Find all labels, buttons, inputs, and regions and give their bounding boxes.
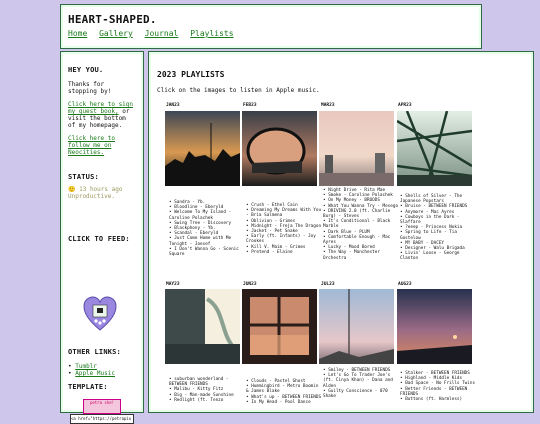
month-label: APR23 (398, 103, 412, 108)
playlist-tracks-apr: Shells of Silver - The Japanese Popstars… (400, 194, 476, 262)
track-item: I Don't Wanna Go - Scenic Square (169, 247, 245, 257)
page-title: 2023 PLAYLISTS (157, 70, 225, 79)
template-heading: TEMPLATE: (68, 383, 108, 391)
track-item: Comfortable Enough - Mac Ayres (323, 235, 399, 245)
playlist-tracks-aug: Stalker - BETWEEN FRIENDSHighland - Midd… (400, 371, 476, 402)
playlist-tracks-feb: Crush - Ethel CainDreaming My Dreams Wit… (246, 203, 322, 255)
main-content: 2023 PLAYLISTS Click on the images to li… (148, 51, 534, 413)
month-label: MAR23 (321, 103, 335, 108)
main-nav: Home Gallery Journal Playlists (68, 29, 241, 38)
track-item: Redlight (ft. Tenzo (169, 398, 245, 403)
track-item: It's Conditional - Black Marble (323, 219, 399, 229)
site-title: HEART-SHAPED. (68, 13, 157, 26)
playlist-cover-may[interactable] (165, 289, 240, 364)
hey-heading: HEY YOU. (68, 66, 104, 74)
track-item: DRIVING 2.0 (ft. Charlie Burg) - Steves (323, 209, 399, 219)
track-item: Let's Go To Trader Joe's (ft. Cinya Khan… (323, 373, 399, 389)
track-item: The Way - Manchester Orchestra (323, 250, 399, 260)
apple-music-link[interactable]: Apple Music (75, 370, 115, 377)
track-item: Welcome To My Island - Caroline Polachek (169, 210, 245, 220)
nav-gallery-link[interactable]: Gallery (99, 29, 133, 38)
nav-playlists-link[interactable]: Playlists (190, 29, 233, 38)
intro-text: Click on the images to listen in Apple m… (157, 87, 320, 94)
track-item: Early (ft. Infants) - Joy Crookes (246, 234, 322, 244)
track-item: Bad Space - No Frills Twins (400, 381, 476, 386)
playlist-cover-jun[interactable] (242, 289, 317, 364)
other-links-heading: OTHER LINKS: (68, 348, 121, 356)
tamagotchi-heart-icon[interactable] (83, 296, 117, 332)
playlist-cover-feb[interactable] (242, 111, 317, 186)
track-item: Hummingbird - Metro Boomin & James Blake (246, 384, 322, 394)
month-label: JUN23 (243, 282, 257, 287)
track-item: Dreaming My Dreams With You - Bria Salme… (246, 208, 322, 218)
template-button-badge[interactable]: petra she! (83, 399, 121, 414)
track-item: In My Head - Pool Dance (246, 400, 322, 405)
track-item: Better Friends - BETWEEN FRIENDS (400, 387, 476, 397)
track-item: Shells of Silver - The Japanese Popstars (400, 194, 476, 204)
track-item: Spring to Life - Tia Gostelow (400, 230, 476, 240)
month-label: JAN23 (166, 103, 180, 108)
playlist-cover-mar[interactable] (319, 111, 394, 186)
sidebar: HEY YOU. Thanks for stopping by! Click h… (60, 51, 144, 424)
playlist-tracks-may: suburban wonderland - BETWEEN FRIENDSMal… (169, 377, 245, 403)
status-emoji-icon: 🙂 (68, 186, 76, 193)
neocities-follow-link[interactable]: Click here to follow me on Neocities. (68, 135, 115, 156)
track-item: Bruise - BETWEEN FRIENDS (400, 204, 476, 209)
status-text: Unproductive. (68, 193, 115, 200)
track-item: Pretend - Elaine (246, 250, 322, 255)
feed-heading: CLICK TO FEED: (68, 235, 130, 243)
track-item: Guilty Conscience - 070 Shake (323, 389, 399, 399)
track-item: suburban wonderland - BETWEEN FRIENDS (169, 377, 245, 387)
embed-code-box[interactable]: <a href="https://petrapix (70, 414, 134, 424)
playlist-tracks-mar: Night Drive - Rita MaeSmoke - Caroline P… (323, 188, 399, 261)
playlist-tracks-jul: Smiley - BETWEEN FRIENDSLet's Go To Trad… (323, 368, 399, 399)
playlist-cover-aug[interactable] (397, 289, 472, 364)
track-item: Just Come Home with Me Tonight - Joesef (169, 236, 245, 246)
thanks-text: Thanks for stopping by! (68, 81, 112, 95)
nav-journal-link[interactable]: Journal (145, 29, 179, 38)
status-heading: STATUS: (68, 173, 99, 181)
month-label: FEB23 (243, 103, 257, 108)
playlist-tracks-jan: Sandra - Yb.Bloodline - EberyldWelcome T… (169, 200, 245, 257)
playlist-tracks-jun: Clouds - Pastel GhostHummingbird - Metro… (246, 379, 322, 405)
month-label: AUG23 (398, 282, 412, 287)
month-label: JUL23 (321, 282, 335, 287)
site-header: HEART-SHAPED. Home Gallery Journal Playl… (60, 4, 482, 49)
playlist-cover-jan[interactable] (165, 111, 240, 186)
month-label: MAY23 (166, 282, 180, 287)
track-item: Livin' Loose - George Clanton (400, 251, 476, 261)
track-item: Buttons (ft. Harmless) (400, 397, 476, 402)
track-item: Cowboys in the Dark - Slaffare (400, 215, 476, 225)
status-time: 13 hours ago (79, 186, 123, 193)
tumblr-link[interactable]: Tumblr (75, 363, 97, 370)
playlist-cover-apr[interactable] (397, 111, 472, 186)
nav-home-link[interactable]: Home (68, 29, 87, 38)
playlist-cover-jul[interactable] (319, 289, 394, 364)
